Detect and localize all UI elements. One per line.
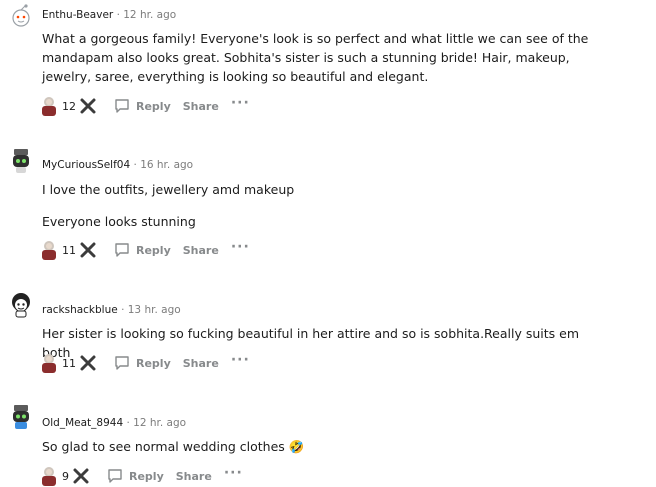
timestamp[interactable]: 16 hr. ago (140, 159, 193, 171)
more-options-button[interactable]: ··· (231, 96, 250, 114)
reply-bubble-icon[interactable] (113, 241, 131, 259)
reply-button[interactable]: Reply (129, 470, 164, 483)
more-options-button[interactable]: ··· (224, 466, 243, 484)
comment-actions: 9 Reply Share ··· (38, 465, 243, 487)
award-count: 11 (62, 243, 76, 257)
reply-bubble-icon[interactable] (113, 354, 131, 372)
comment-paragraph: Everyone looks stunning (42, 214, 196, 229)
snoo-avatar-curly[interactable] (8, 292, 34, 318)
comment-meta: rackshackblue · 13 hr. ago (42, 304, 181, 316)
share-button[interactable]: Share (183, 357, 219, 370)
award-count: 11 (62, 356, 76, 370)
award-avatar-icon[interactable] (38, 95, 60, 117)
username-link[interactable]: Enthu-Beaver (42, 9, 113, 21)
comment-meta: Old_Meat_8944 · 12 hr. ago (42, 417, 187, 429)
snoo-avatar-default[interactable] (8, 3, 34, 29)
comment-body: So glad to see normal wedding clothes 🤣 (42, 437, 602, 456)
award-avatar-icon[interactable] (38, 352, 60, 374)
more-options-button[interactable]: ··· (231, 240, 250, 258)
award-avatar-icon[interactable] (38, 239, 60, 261)
reply-button[interactable]: Reply (136, 357, 171, 370)
snoo-avatar-robot[interactable] (8, 148, 34, 174)
comment-paragraph: So glad to see normal wedding clothes 🤣 (42, 439, 305, 454)
close-x-icon[interactable] (79, 97, 97, 115)
award-count: 9 (62, 469, 69, 483)
username-link[interactable]: Old_Meat_8944 (42, 417, 123, 429)
share-button[interactable]: Share (183, 100, 219, 113)
timestamp[interactable]: 13 hr. ago (128, 304, 181, 316)
close-x-icon[interactable] (79, 241, 97, 259)
reply-bubble-icon[interactable] (106, 467, 124, 485)
reply-button[interactable]: Reply (136, 100, 171, 113)
comment-meta: Enthu-Beaver · 12 hr. ago (42, 9, 177, 21)
username-link[interactable]: rackshackblue (42, 304, 118, 316)
share-button[interactable]: Share (176, 470, 212, 483)
close-x-icon[interactable] (79, 354, 97, 372)
reply-button[interactable]: Reply (136, 244, 171, 257)
close-x-icon[interactable] (72, 467, 90, 485)
reply-bubble-icon[interactable] (113, 97, 131, 115)
timestamp[interactable]: 12 hr. ago (133, 417, 186, 429)
snoo-avatar-robot-blue[interactable] (8, 404, 34, 430)
timestamp[interactable]: 12 hr. ago (123, 9, 176, 21)
comment-body: What a gorgeous family! Everyone's look … (42, 29, 602, 86)
comment-actions: 11 Reply Share ··· (38, 352, 250, 374)
award-avatar-icon[interactable] (38, 465, 60, 487)
comment-actions: 12 Reply Share ··· (38, 95, 250, 117)
more-options-button[interactable]: ··· (231, 353, 250, 371)
award-count: 12 (62, 99, 76, 113)
comment-meta: MyCuriousSelf04 · 16 hr. ago (42, 159, 194, 171)
comment-paragraph: What a gorgeous family! Everyone's look … (42, 31, 589, 84)
share-button[interactable]: Share (183, 244, 219, 257)
comment-body: I love the outfits, jewellery amd makeup… (42, 180, 602, 231)
comment-paragraph: I love the outfits, jewellery amd makeup (42, 182, 295, 197)
comment-actions: 11 Reply Share ··· (38, 239, 250, 261)
username-link[interactable]: MyCuriousSelf04 (42, 159, 130, 171)
